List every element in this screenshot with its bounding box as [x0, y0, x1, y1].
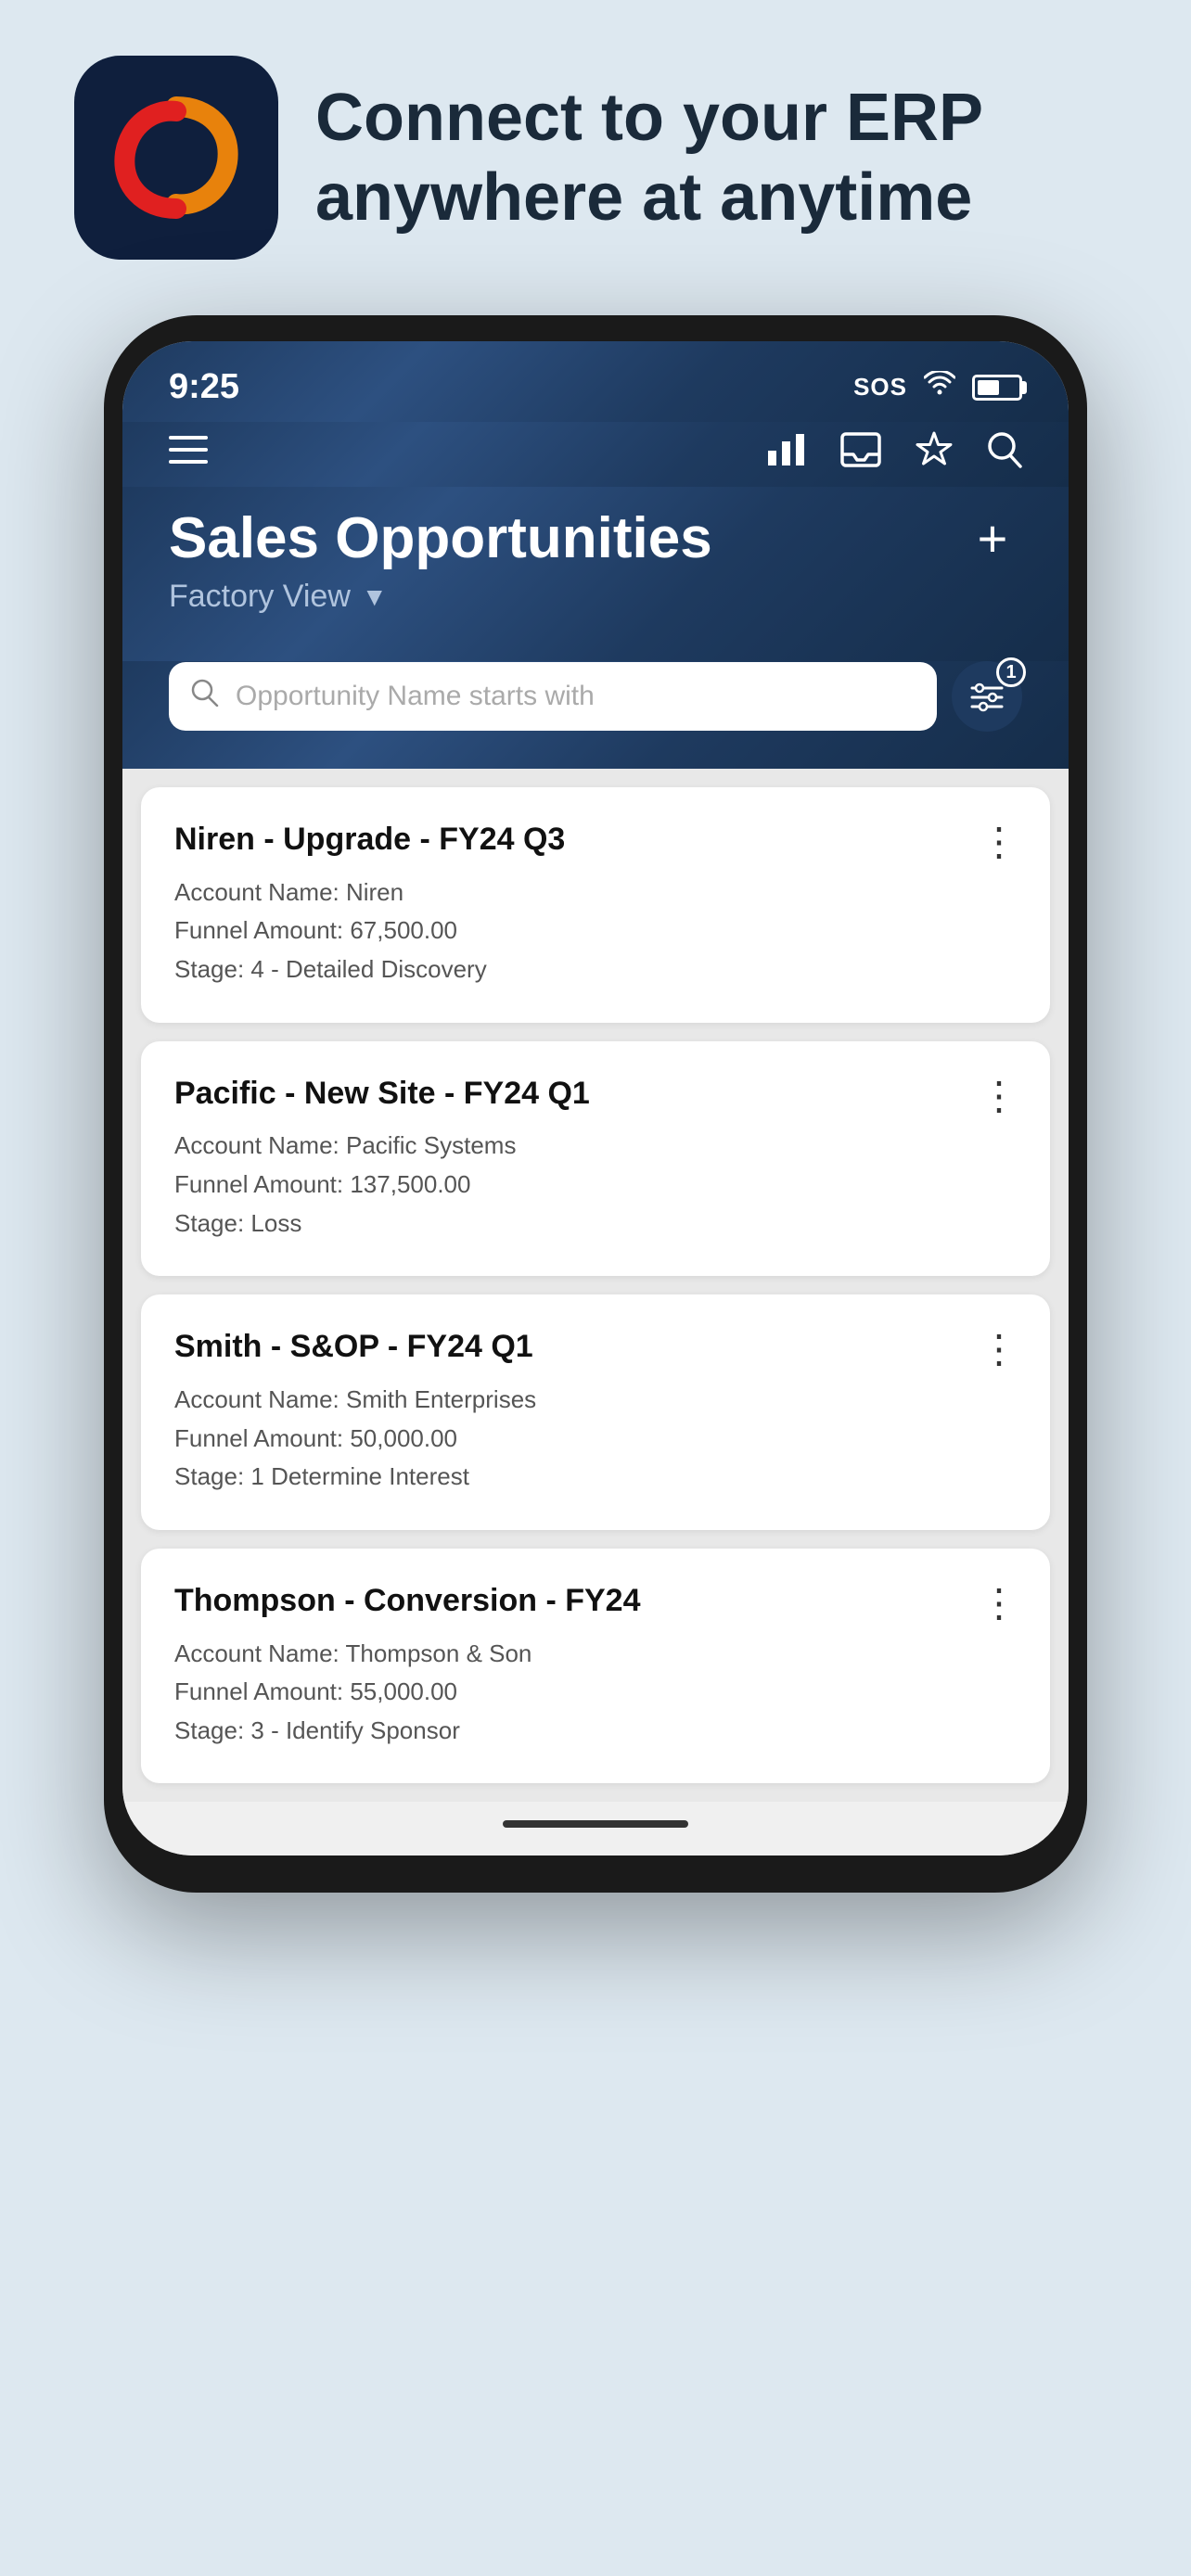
- view-selector[interactable]: Factory View ▼: [169, 579, 1022, 615]
- card-title-2: Pacific - New Site - FY24 Q1: [174, 1075, 961, 1113]
- card-content-1: Niren - Upgrade - FY24 Q3 Account Name: …: [174, 821, 961, 989]
- star-icon[interactable]: [915, 431, 954, 468]
- search-input-icon: [191, 679, 219, 714]
- home-bar: [503, 1820, 688, 1828]
- search-input-container[interactable]: Opportunity Name starts with: [169, 662, 937, 731]
- app-tagline: Connect to your ERP anywhere at anytime: [315, 78, 1117, 238]
- card-content-4: Thompson - Conversion - FY24 Account Nam…: [174, 1582, 961, 1751]
- view-selector-label: Factory View: [169, 579, 351, 615]
- opportunity-card-1[interactable]: Niren - Upgrade - FY24 Q3 Account Name: …: [141, 787, 1050, 1023]
- card-menu-1[interactable]: ⋮: [961, 821, 1017, 855]
- home-indicator: [122, 1802, 1069, 1855]
- page-title: Sales Opportunities: [169, 505, 712, 571]
- search-nav-icon[interactable]: [987, 431, 1022, 468]
- filter-button[interactable]: 1: [952, 661, 1022, 732]
- add-button[interactable]: +: [963, 509, 1022, 568]
- status-icons: SOS: [853, 371, 1022, 404]
- search-placeholder: Opportunity Name starts with: [236, 681, 595, 712]
- phone-frame: 9:25 SOS: [104, 315, 1087, 1893]
- hamburger-menu[interactable]: [169, 436, 208, 464]
- view-selector-arrow: ▼: [362, 582, 388, 612]
- filter-badge: 1: [996, 657, 1026, 687]
- status-time: 9:25: [169, 367, 239, 407]
- page-title-row: Sales Opportunities +: [169, 505, 1022, 571]
- nav-right-icons: [766, 431, 1022, 468]
- app-header: Connect to your ERP anywhere at anytime: [74, 56, 1117, 260]
- wifi-icon: [924, 371, 955, 404]
- card-detail-1: Account Name: Niren Funnel Amount: 67,50…: [174, 874, 961, 989]
- card-title-3: Smith - S&OP - FY24 Q1: [174, 1328, 961, 1366]
- search-row: Opportunity Name starts with 1: [169, 661, 1022, 732]
- page-title-area: Sales Opportunities + Factory View ▼: [122, 487, 1069, 661]
- inbox-icon[interactable]: [840, 432, 881, 467]
- nav-bar: [122, 422, 1069, 487]
- card-detail-2: Account Name: Pacific Systems Funnel Amo…: [174, 1127, 961, 1243]
- card-menu-4[interactable]: ⋮: [961, 1582, 1017, 1616]
- sos-label: SOS: [853, 373, 907, 402]
- opportunity-card-3[interactable]: Smith - S&OP - FY24 Q1 Account Name: Smi…: [141, 1294, 1050, 1530]
- card-content-3: Smith - S&OP - FY24 Q1 Account Name: Smi…: [174, 1328, 961, 1497]
- opportunity-card-2[interactable]: Pacific - New Site - FY24 Q1 Account Nam…: [141, 1041, 1050, 1277]
- list-area: Niren - Upgrade - FY24 Q3 Account Name: …: [122, 769, 1069, 1802]
- search-area: Opportunity Name starts with 1: [122, 661, 1069, 769]
- card-menu-3[interactable]: ⋮: [961, 1328, 1017, 1362]
- card-title-1: Niren - Upgrade - FY24 Q3: [174, 821, 961, 859]
- card-detail-4: Account Name: Thompson & Son Funnel Amou…: [174, 1635, 961, 1751]
- phone-screen: 9:25 SOS: [122, 341, 1069, 1855]
- chart-icon[interactable]: [766, 432, 807, 467]
- battery-icon: [972, 375, 1022, 401]
- card-detail-3: Account Name: Smith Enterprises Funnel A…: [174, 1381, 961, 1497]
- status-bar: 9:25 SOS: [122, 341, 1069, 422]
- opportunity-card-4[interactable]: Thompson - Conversion - FY24 Account Nam…: [141, 1549, 1050, 1784]
- app-icon: [74, 56, 278, 260]
- card-menu-2[interactable]: ⋮: [961, 1075, 1017, 1109]
- card-title-4: Thompson - Conversion - FY24: [174, 1582, 961, 1620]
- card-content-2: Pacific - New Site - FY24 Q1 Account Nam…: [174, 1075, 961, 1243]
